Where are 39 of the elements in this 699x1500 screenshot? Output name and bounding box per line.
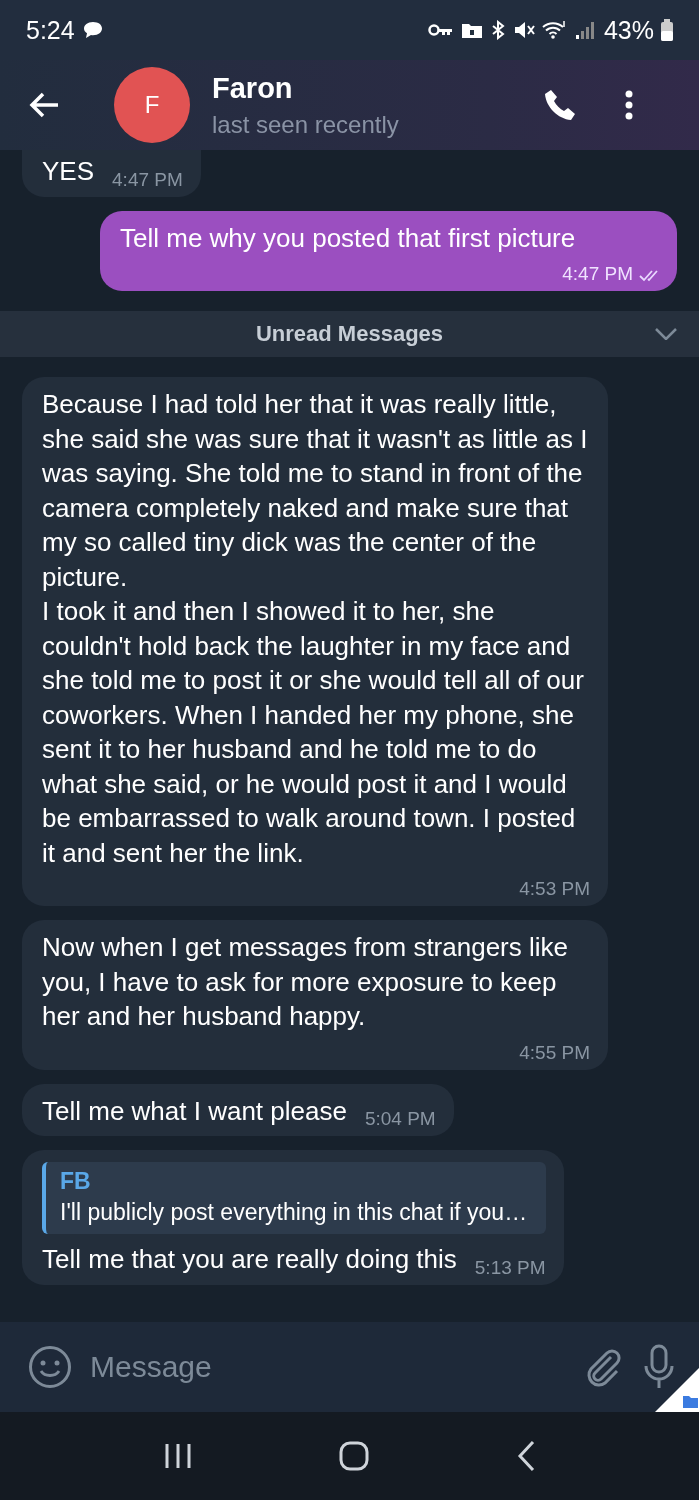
reply-text: I'll publicly post everything in this chat if you…	[60, 1199, 529, 1226]
back-chevron-icon	[517, 1440, 536, 1472]
folder-lock-corner-icon	[655, 1368, 699, 1412]
unread-label: Unread Messages	[255, 321, 444, 347]
message-text: YES	[42, 155, 95, 188]
contact-status: last seen recently	[212, 110, 400, 139]
message-time: 4:55 PM	[519, 1041, 590, 1064]
reply-quote[interactable]: FB I'll publicly post everything in this chat if you…	[42, 1162, 546, 1234]
recent-apps-icon	[163, 1442, 192, 1470]
back-arrow-icon	[28, 91, 60, 119]
message-time: 4:53 PM	[519, 878, 590, 900]
message-text: Tell me that you are really doing this	[42, 1243, 457, 1276]
message-field[interactable]: Message	[88, 1349, 567, 1385]
key-icon	[427, 23, 454, 37]
message-text: Tell me why you posted that first picture	[120, 221, 576, 255]
smiley-icon	[28, 1345, 72, 1389]
avatar[interactable]: F	[114, 67, 190, 143]
chat-bubble-icon	[82, 21, 103, 39]
contact-name: Faron	[212, 71, 294, 105]
battery-icon	[661, 19, 673, 41]
folder-lock-icon	[460, 21, 483, 39]
microphone-icon	[643, 1344, 675, 1390]
chevron-icon	[655, 328, 677, 340]
message-time: 4:47 PM	[562, 263, 633, 285]
reply-author: FB	[60, 1168, 92, 1195]
wifi-icon	[541, 20, 568, 40]
message-time: 4:47 PM	[112, 168, 183, 191]
message-text: Tell me what I want please	[42, 1094, 347, 1128]
phone-icon	[543, 88, 577, 122]
signal-icon	[574, 20, 597, 40]
message-time: 5:04 PM	[364, 1108, 436, 1130]
message-text: Because I had told her that it was really little, she said she was sure that it wasn't as little as I was saying. She told me to stand in front of the camera completely naked and make sure that my so called tiny dick was the center of the picture. I took it and then I showed it to her, she couldn't hold back the laughter in my face and she told me to post it or she would tell all of our coworkers. When I handed her my phone, she sent it to her husband and he told me to do what she said, or he would post it and I would be embarrassed to walk around town. I posted it and sent her the link.	[42, 388, 589, 870]
clock-time: 5:24	[26, 15, 75, 45]
message-time: 5:13 PM	[474, 1256, 546, 1279]
more-icon	[625, 90, 633, 120]
message-text: Now when I get messages from strangers like you, I have to ask for more exposure to keep her and her husband happy.	[42, 931, 569, 1033]
mute-icon	[512, 20, 535, 40]
battery-percent: 43%	[603, 15, 654, 45]
home-icon	[339, 1441, 370, 1471]
